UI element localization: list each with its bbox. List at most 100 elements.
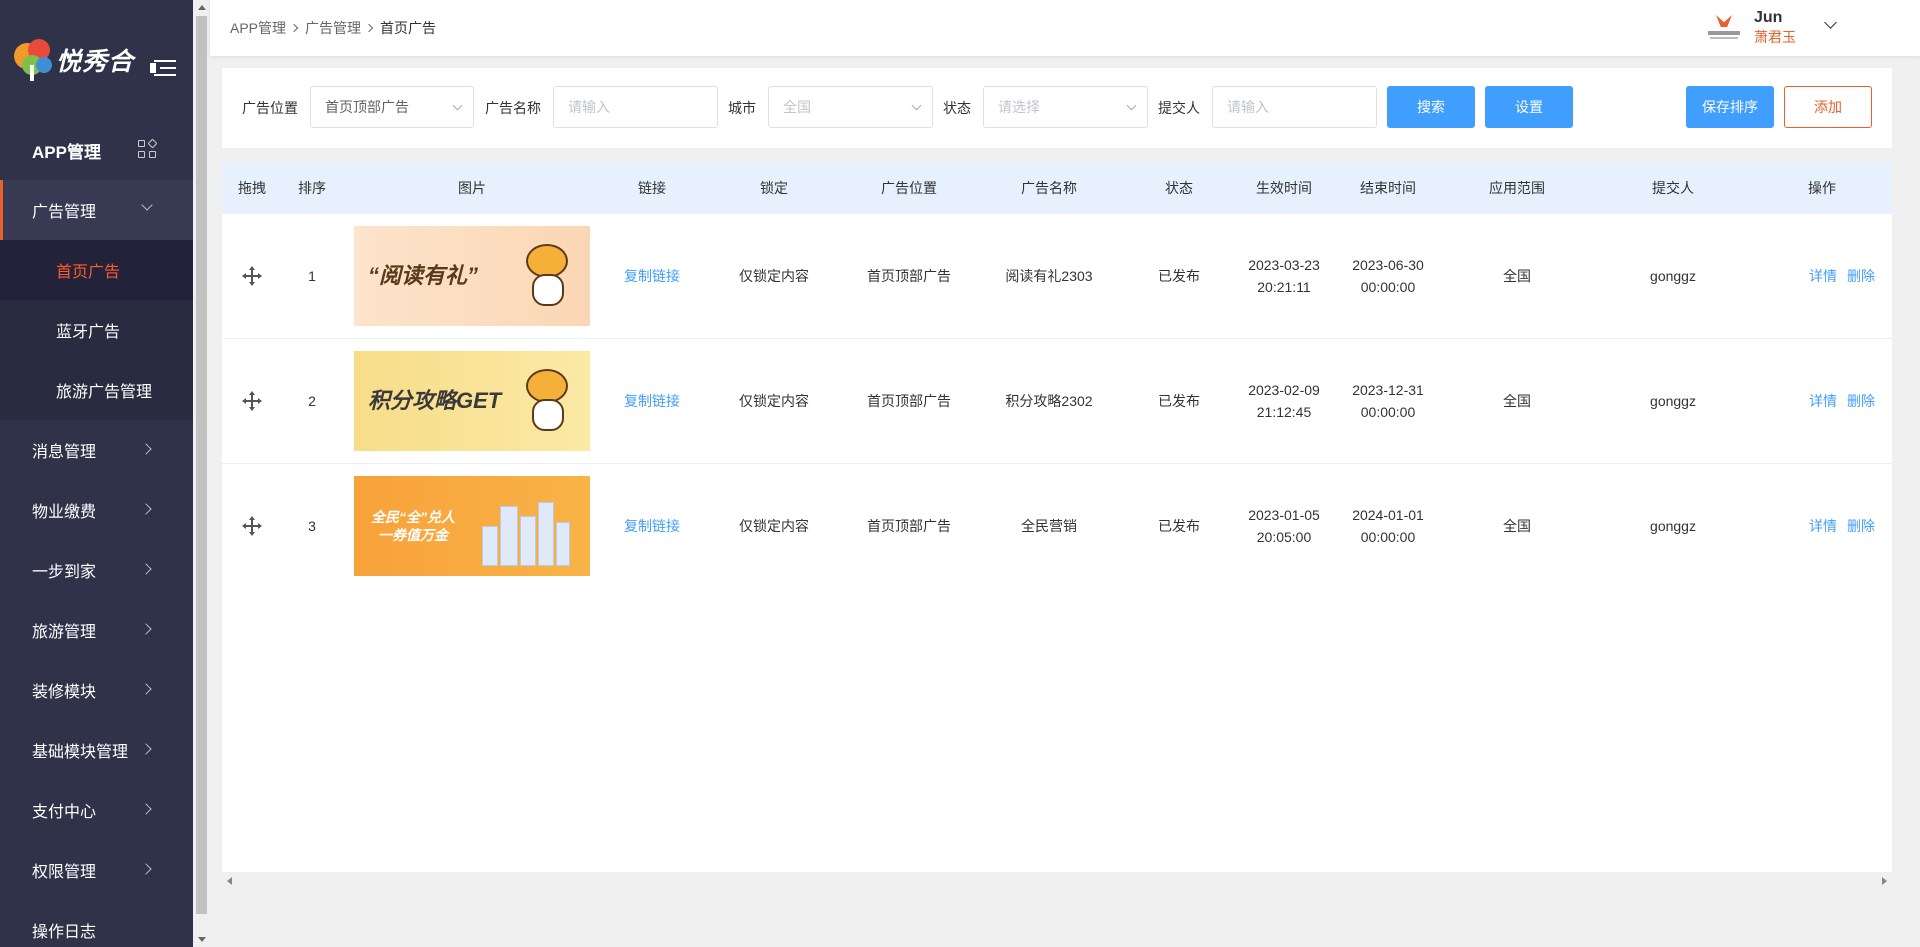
start-date: 2023-01-05 xyxy=(1248,507,1320,523)
sidebar-item-messages[interactable]: 消息管理 xyxy=(0,420,193,480)
sidebar-item-one-step-home[interactable]: 一步到家 xyxy=(0,540,193,600)
scroll-up-icon[interactable] xyxy=(198,5,206,10)
order-cell: 1 xyxy=(308,268,316,284)
scope-cell: 全国 xyxy=(1503,518,1531,534)
status-label: 状态 xyxy=(943,100,971,116)
copy-link[interactable]: 复制链接 xyxy=(624,464,680,588)
sidebar-item-label: 装修模块 xyxy=(32,684,97,701)
breadcrumb-item[interactable]: APP管理 xyxy=(230,18,286,38)
sidebar-item-travel[interactable]: 旅游管理 xyxy=(0,600,193,660)
start-time: 21:12:45 xyxy=(1256,404,1312,420)
sidebar-item-ad-management[interactable]: 广告管理 xyxy=(0,180,193,240)
submenu-item-home-ads[interactable]: 首页广告 xyxy=(0,240,193,300)
banner-title: 积分攻略GET xyxy=(368,388,502,413)
search-button[interactable]: 搜索 xyxy=(1387,86,1475,128)
sidebar-item-payment[interactable]: 支付中心 xyxy=(0,780,193,840)
image-cell: 全民“全”兑人 一券值万金 xyxy=(354,464,590,588)
user-menu[interactable]: Jun 萧君玉 xyxy=(1708,8,1796,46)
save-order-button[interactable]: 保存排序 xyxy=(1686,86,1774,128)
start-time: 20:21:11 xyxy=(1257,279,1311,295)
sidebar-item-label: 支付中心 xyxy=(32,804,97,821)
lock-cell: 仅锁定内容 xyxy=(739,518,809,534)
column-header: 链接 xyxy=(638,180,666,196)
sidebar-item-operation-log[interactable]: 操作日志 xyxy=(0,900,193,947)
ad-name-cell: 阅读有礼2303 xyxy=(1005,268,1093,284)
status-select[interactable]: 请选择 xyxy=(983,86,1148,128)
banner-title: “阅读有礼” xyxy=(368,263,479,288)
move-icon[interactable] xyxy=(242,266,262,286)
sidebar-item-label: 广告管理 xyxy=(32,204,97,221)
detail-link[interactable]: 详情 xyxy=(1809,265,1837,287)
detail-link[interactable]: 详情 xyxy=(1809,390,1837,412)
copy-link[interactable]: 复制链接 xyxy=(624,339,680,463)
order-cell: 2 xyxy=(308,393,316,409)
chevron-right-icon xyxy=(140,503,152,515)
chevron-right-icon xyxy=(364,23,374,33)
tiger-mascot-icon xyxy=(518,369,576,435)
delete-link[interactable]: 删除 xyxy=(1847,390,1875,412)
city-select-placeholder: 全国 xyxy=(783,99,811,115)
start-date: 2023-02-09 xyxy=(1248,382,1320,398)
brand-name: 悦秀合 xyxy=(56,48,135,76)
sidebar: 悦秀合 APP管理 广告管理 首页广告 蓝牙广告 旅游广告管理 消息管理 物业缴… xyxy=(0,0,193,947)
detail-link[interactable]: 详情 xyxy=(1809,515,1837,537)
drag-handle[interactable] xyxy=(242,464,262,588)
grid-icon[interactable] xyxy=(138,138,158,160)
move-icon[interactable] xyxy=(242,516,262,536)
submenu-item-travel-ads[interactable]: 旅游广告管理 xyxy=(0,360,193,420)
submitter-cell: gonggz xyxy=(1650,268,1696,284)
scope-cell: 全国 xyxy=(1503,393,1531,409)
column-header: 应用范围 xyxy=(1489,180,1545,196)
copy-link[interactable]: 复制链接 xyxy=(624,214,680,338)
header: APP管理 广告管理 首页广告 Jun 萧君玉 xyxy=(210,0,1920,56)
end-time-cell: 2023-06-30 00:00:00 xyxy=(1352,214,1424,338)
horizontal-scrollbar[interactable] xyxy=(222,872,1892,889)
position-cell: 首页顶部广告 xyxy=(867,393,951,409)
chevron-right-icon xyxy=(140,683,152,695)
chevron-down-icon xyxy=(911,100,922,111)
brand-logo: 悦秀合 xyxy=(12,39,134,81)
ad-table: 拖拽 排序 图片 链接 锁定 广告位置 广告名称 状态 生效时间 结束时间 应用… xyxy=(222,162,1892,589)
scroll-right-icon[interactable] xyxy=(1882,877,1887,885)
scroll-left-icon[interactable] xyxy=(227,877,232,885)
actions-cell: 详情 删除 xyxy=(1809,339,1875,463)
sidebar-item-property-fee[interactable]: 物业缴费 xyxy=(0,480,193,540)
chevron-down-icon xyxy=(452,100,463,111)
filter-bar: 广告位置 首页顶部广告 广告名称 请输入 城市 全国 状态 请选择 提交人 请输… xyxy=(222,68,1892,148)
lock-cell: 仅锁定内容 xyxy=(739,393,809,409)
start-date: 2023-03-23 xyxy=(1248,257,1320,273)
sidebar-item-decoration[interactable]: 装修模块 xyxy=(0,660,193,720)
sidebar-item-label: 操作日志 xyxy=(32,924,97,941)
position-cell: 首页顶部广告 xyxy=(867,268,951,284)
position-select[interactable]: 首页顶部广告 xyxy=(310,86,474,128)
start-time-cell: 2023-03-23 20:21:11 xyxy=(1248,214,1320,338)
sidebar-item-label: 基础模块管理 xyxy=(32,744,129,761)
user-subname: 萧君玉 xyxy=(1754,29,1796,45)
drag-handle[interactable] xyxy=(242,214,262,338)
chevron-right-icon xyxy=(140,563,152,575)
sidebar-item-base-modules[interactable]: 基础模块管理 xyxy=(0,720,193,780)
submenu-item-bluetooth-ads[interactable]: 蓝牙广告 xyxy=(0,300,193,360)
scroll-down-icon[interactable] xyxy=(198,937,206,942)
move-icon[interactable] xyxy=(242,391,262,411)
submitter-input-placeholder: 请输入 xyxy=(1227,99,1269,115)
drag-handle[interactable] xyxy=(242,339,262,463)
start-time-cell: 2023-02-09 21:12:45 xyxy=(1248,339,1320,463)
delete-link[interactable]: 删除 xyxy=(1847,515,1875,537)
scrollbar-thumb[interactable] xyxy=(196,16,207,914)
name-input[interactable]: 请输入 xyxy=(553,86,718,128)
company-logo-icon xyxy=(1708,11,1740,43)
sidebar-app-menu[interactable]: APP管理 xyxy=(0,120,193,180)
sidebar-item-permissions[interactable]: 权限管理 xyxy=(0,840,193,900)
collapse-menu-icon[interactable] xyxy=(150,58,176,78)
breadcrumb-item[interactable]: 广告管理 xyxy=(305,18,361,38)
vertical-scrollbar[interactable] xyxy=(193,0,210,947)
city-select[interactable]: 全国 xyxy=(768,86,933,128)
chevron-down-icon[interactable] xyxy=(1824,16,1837,29)
add-button[interactable]: 添加 xyxy=(1784,86,1872,128)
ad-banner-image: “阅读有礼” xyxy=(354,226,590,326)
table-empty-area xyxy=(222,588,1892,872)
delete-link[interactable]: 删除 xyxy=(1847,265,1875,287)
submitter-input[interactable]: 请输入 xyxy=(1212,86,1377,128)
settings-button[interactable]: 设置 xyxy=(1485,86,1573,128)
